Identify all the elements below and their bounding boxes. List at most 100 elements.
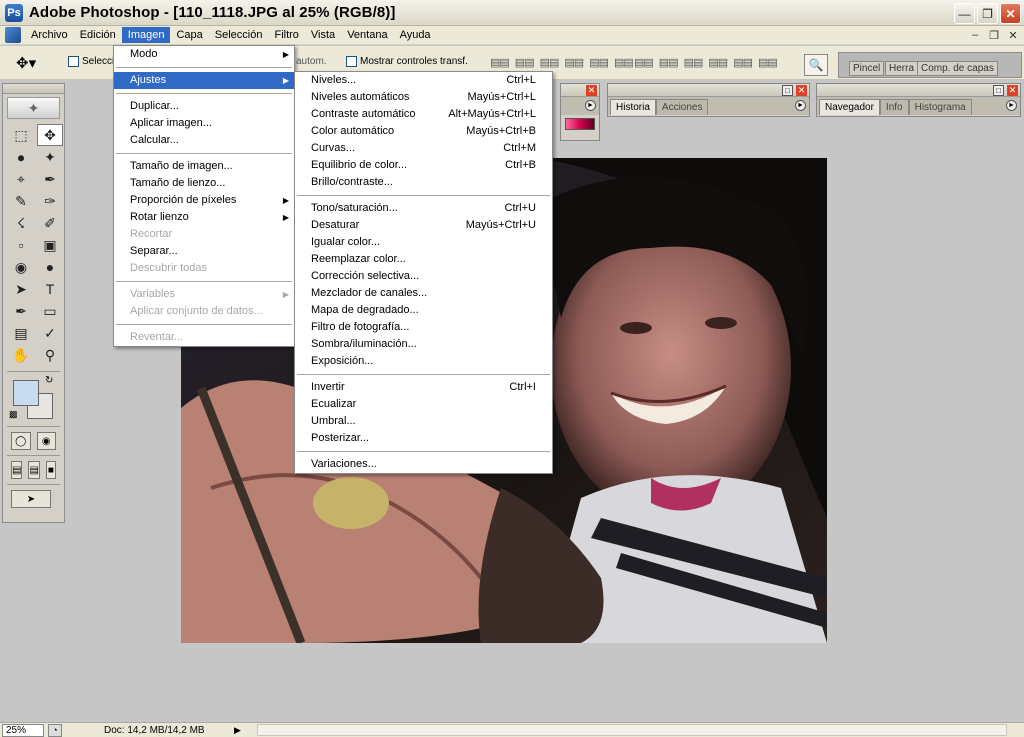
menu-edicion[interactable]: Edición — [74, 27, 122, 43]
quick-mask-icon[interactable]: ◉ — [36, 432, 56, 450]
screen-mode-full-icon[interactable]: ■ — [45, 461, 56, 479]
menu-filtro[interactable]: Filtro — [268, 27, 304, 43]
checkbox-icon[interactable] — [68, 56, 79, 67]
menu-capa[interactable]: Capa — [170, 27, 208, 43]
marquee-tool-icon[interactable]: ⬚ — [8, 124, 34, 146]
align-right-icon[interactable]: ▤▤ — [614, 56, 634, 69]
distribute-middle-icon[interactable]: ▤▤ — [659, 56, 679, 69]
close-icon[interactable]: ✕ — [796, 85, 807, 96]
palette-menu-icon[interactable]: ► — [585, 100, 596, 111]
menu-item-tamano-de-lienzo[interactable]: Tamaño de lienzo... — [114, 175, 294, 192]
close-icon[interactable]: ✕ — [586, 85, 597, 96]
foreground-color-swatch[interactable] — [13, 380, 39, 406]
move-tool-preset-icon[interactable]: ✥▾ — [16, 54, 36, 72]
notes-tool-icon[interactable]: ▤ — [8, 322, 34, 344]
hand-tool-icon[interactable]: ✋ — [8, 344, 34, 366]
file-browser-icon[interactable]: 🔍 — [804, 54, 828, 76]
distribute-top-icon[interactable]: ▤▤ — [634, 56, 654, 69]
crop-tool-icon[interactable]: ⌖ — [8, 168, 34, 190]
menu-item-reemplazar-color[interactable]: Reemplazar color... — [295, 251, 552, 268]
distribute-right-icon[interactable]: ▤▤ — [758, 56, 778, 69]
distribute-left-icon[interactable]: ▤▤ — [708, 56, 728, 69]
clone-stamp-icon[interactable]: ☇ — [8, 212, 34, 234]
checkbox-icon[interactable] — [346, 56, 357, 67]
slice-tool-icon[interactable]: ✒ — [37, 168, 63, 190]
menu-item-separar[interactable]: Separar... — [114, 243, 294, 260]
menu-item-modo[interactable]: Modo ▶ — [114, 46, 294, 63]
menu-item-calcular[interactable]: Calcular... — [114, 132, 294, 149]
show-transform-checkbox[interactable]: Mostrar controles transf. — [346, 56, 468, 67]
path-selection-icon[interactable]: ➤ — [8, 278, 34, 300]
blur-tool-icon[interactable]: ◉ — [8, 256, 34, 278]
menu-item-correccion-selectiva[interactable]: Corrección selectiva... — [295, 268, 552, 285]
zoom-field[interactable]: 25% — [2, 723, 44, 737]
menu-item-tono-saturacion[interactable]: Tono/saturación... Ctrl+U — [295, 200, 552, 217]
palette-menu-icon[interactable]: ► — [1006, 100, 1017, 111]
menu-item-igualar-color[interactable]: Igualar color... — [295, 234, 552, 251]
menu-imagen[interactable]: Imagen — [121, 27, 171, 43]
tab-histograma[interactable]: Histograma — [908, 99, 972, 115]
align-middle-icon[interactable]: ▤▤ — [515, 56, 535, 69]
gradient-tool-icon[interactable]: ▣ — [37, 234, 63, 256]
default-colors-icon[interactable]: ▩ — [9, 409, 18, 420]
status-menu-arrow-icon[interactable]: ▶ — [234, 725, 246, 736]
toolbox-header[interactable] — [3, 84, 64, 94]
distribute-bottom-icon[interactable]: ▤▤ — [684, 56, 704, 69]
menu-item-invertir[interactable]: Invertir Ctrl+I — [295, 379, 552, 396]
palette-header[interactable]: ✕ — [561, 84, 599, 97]
menu-archivo[interactable]: Archivo — [25, 27, 74, 43]
close-icon[interactable]: ✕ — [1000, 3, 1021, 24]
restore-icon[interactable]: ❐ — [977, 3, 998, 24]
palette-header[interactable]: □ ✕ — [608, 84, 809, 97]
menu-item-sombra-iluminacion[interactable]: Sombra/iluminación... — [295, 336, 552, 353]
palette-menu-icon[interactable]: ► — [795, 100, 806, 111]
menu-item-rotar-lienzo[interactable]: Rotar lienzo ▶ — [114, 209, 294, 226]
menu-item-filtro-de-fotografia[interactable]: Filtro de fotografía... — [295, 319, 552, 336]
menu-item-proporcion-de-pixeles[interactable]: Proporción de píxeles ▶ — [114, 192, 294, 209]
jump-to-imageready-icon[interactable]: ➤ — [11, 490, 51, 508]
menu-vista[interactable]: Vista — [305, 27, 341, 43]
menu-item-color-automatico[interactable]: Color automático Mayús+Ctrl+B — [295, 123, 552, 140]
shape-tool-icon[interactable]: ▭ — [37, 300, 63, 322]
menu-item-umbral[interactable]: Umbral... — [295, 413, 552, 430]
palette-header[interactable]: □ ✕ — [817, 84, 1020, 97]
close-icon[interactable]: ✕ — [1007, 85, 1018, 96]
menu-item-ecualizar[interactable]: Ecualizar — [295, 396, 552, 413]
auto-select-checkbox[interactable]: Selecci — [68, 56, 114, 67]
menu-item-contraste-automatico[interactable]: Contraste automático Alt+Mayús+Ctrl+L — [295, 106, 552, 123]
healing-brush-icon[interactable]: ✎ — [8, 190, 34, 212]
align-left-icon[interactable]: ▤▤ — [564, 56, 584, 69]
menu-ayuda[interactable]: Ayuda — [394, 27, 437, 43]
palette-well-tab-brush[interactable]: Pincel — [849, 61, 885, 76]
tab-navegador[interactable]: Navegador — [819, 99, 880, 115]
menu-item-equilibrio-de-color[interactable]: Equilibrio de color... Ctrl+B — [295, 157, 552, 174]
palette-well-tab-tools[interactable]: Herra — [885, 61, 919, 76]
distribute-center-icon[interactable]: ▤▤ — [733, 56, 753, 69]
menu-item-exposicion[interactable]: Exposición... — [295, 353, 552, 370]
type-tool-icon[interactable]: T — [37, 278, 63, 300]
status-info-icon[interactable]: ◔ — [48, 723, 62, 737]
screen-mode-standard-icon[interactable]: ▤ — [11, 461, 23, 479]
distribute-buttons[interactable]: ▤▤ ▤▤ ▤▤ ▤▤ ▤▤ ▤▤ — [634, 56, 778, 69]
align-center-icon[interactable]: ▤▤ — [589, 56, 609, 69]
menu-item-desaturar[interactable]: Desaturar Mayús+Ctrl+U — [295, 217, 552, 234]
menu-item-tamano-de-imagen[interactable]: Tamaño de imagen... — [114, 158, 294, 175]
menu-item-aplicar-imagen[interactable]: Aplicar imagen... — [114, 115, 294, 132]
menu-item-brillo-contraste[interactable]: Brillo/contraste... — [295, 174, 552, 191]
align-bottom-icon[interactable]: ▤▤ — [540, 56, 560, 69]
standard-mode-icon[interactable]: ◯ — [11, 432, 31, 450]
menu-item-curvas[interactable]: Curvas... Ctrl+M — [295, 140, 552, 157]
doc-minimize-icon[interactable]: – — [968, 28, 982, 42]
minimize-icon[interactable]: □ — [993, 85, 1004, 96]
eyedropper-icon[interactable]: ✓ — [37, 322, 63, 344]
zoom-tool-icon[interactable]: ⚲ — [37, 344, 63, 366]
eraser-tool-icon[interactable]: ▫ — [8, 234, 34, 256]
menu-ventana[interactable]: Ventana — [341, 27, 393, 43]
history-brush-icon[interactable]: ✐ — [37, 212, 63, 234]
horizontal-scrollbar[interactable] — [257, 724, 1007, 736]
menu-item-ajustes[interactable]: Ajustes ▶ — [114, 72, 294, 89]
brush-tool-icon[interactable]: ✑ — [37, 190, 63, 212]
color-ramp[interactable] — [565, 118, 595, 130]
photoshop-menu-icon[interactable] — [5, 27, 21, 43]
menu-item-variaciones[interactable]: Variaciones... — [295, 456, 552, 473]
